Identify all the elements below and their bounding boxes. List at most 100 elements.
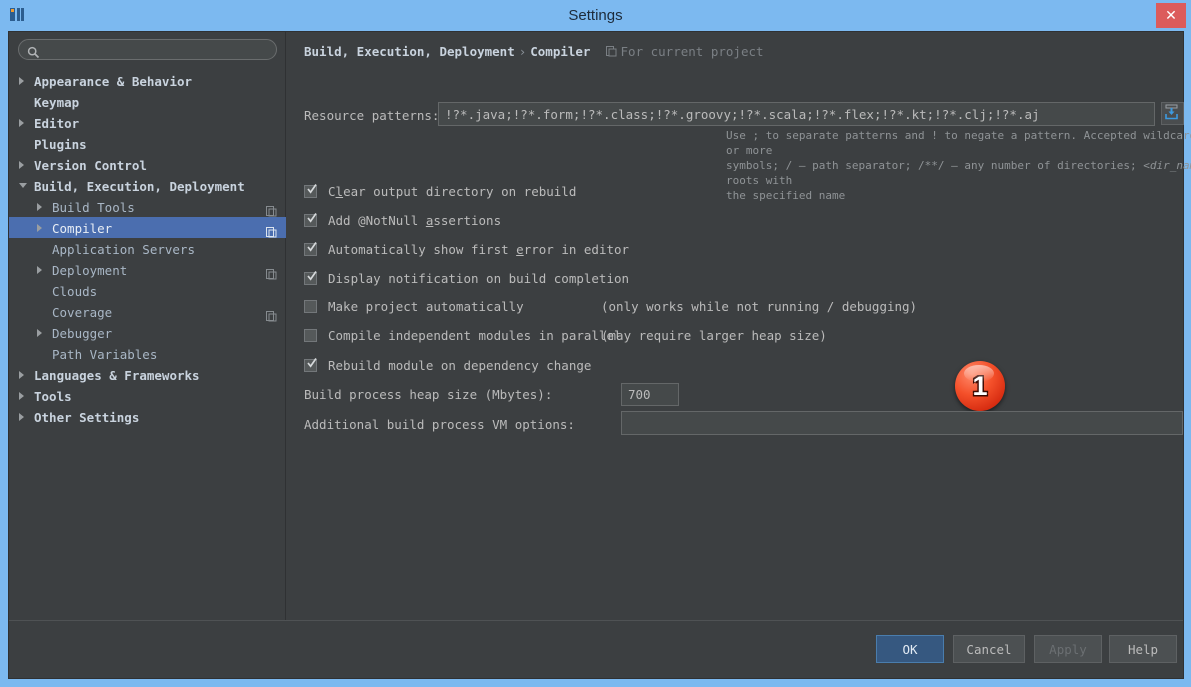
checkbox-box[interactable] [304, 243, 317, 256]
heap-size-label: Build process heap size (Mbytes): [304, 387, 552, 402]
close-icon[interactable]: ✕ [1156, 3, 1186, 28]
cancel-button[interactable]: Cancel [953, 635, 1025, 663]
chevron-down-icon[interactable] [19, 183, 27, 192]
sidebar-item-application-servers[interactable]: Application Servers [9, 238, 286, 259]
sidebar-item-build-tools[interactable]: Build Tools [9, 196, 286, 217]
sidebar-item-plugins[interactable]: Plugins [9, 133, 286, 154]
chevron-right-icon[interactable] [37, 203, 42, 211]
sidebar-item-tools[interactable]: Tools [9, 385, 286, 406]
breadcrumb-scope-label: For current project [621, 44, 764, 59]
checkbox-note: (only works while not running / debuggin… [601, 298, 917, 315]
sidebar-item-label: Build, Execution, Deployment [34, 179, 245, 194]
breadcrumb-root[interactable]: Build, Execution, Deployment [304, 44, 515, 59]
sidebar-item-label: Deployment [52, 263, 127, 278]
dialog-frame: Appearance & Behavior Keymap Editor Plugins… [8, 31, 1184, 679]
window-title: Settings [0, 0, 1191, 31]
sidebar-item-label: Plugins [34, 137, 87, 152]
resource-patterns-hint: Use ; to separate patterns and ! to nega… [726, 128, 1191, 203]
sidebar-item-label: Coverage [52, 305, 112, 320]
compiler-settings-panel: Build, Execution, Deployment›Compiler Fo… [286, 32, 1183, 620]
resource-patterns-label: Resource patterns: [304, 108, 439, 123]
sidebar-item-label: Application Servers [52, 242, 195, 257]
sidebar-item-label: Editor [34, 116, 79, 131]
sidebar-item-label: Keymap [34, 95, 79, 110]
sidebar-item-label: Debugger [52, 326, 112, 341]
sidebar-item-label: Clouds [52, 284, 97, 299]
hint-line-2-italic: <dir_name>:<pattern> [1143, 159, 1191, 172]
breadcrumb-separator: › [515, 44, 531, 59]
chevron-right-icon[interactable] [19, 392, 24, 400]
sidebar-item-path-variables[interactable]: Path Variables [9, 343, 286, 364]
checkbox-box[interactable] [304, 214, 317, 227]
checkbox-label: Add @NotNull assertions [328, 212, 501, 229]
apply-button: Apply [1034, 635, 1102, 663]
chevron-right-icon[interactable] [19, 77, 24, 85]
search-box[interactable] [18, 39, 277, 60]
hint-line-2a: symbols; / — path separator; /**/ — any … [726, 159, 1143, 172]
vm-options-label: Additional build process VM options: [304, 417, 575, 432]
import-defaults-icon[interactable] [1161, 102, 1184, 125]
project-scope-icon [266, 222, 277, 233]
checkbox-box[interactable] [304, 272, 317, 285]
sidebar-item-label: Other Settings [34, 410, 139, 425]
sidebar-item-label: Tools [34, 389, 72, 404]
chevron-right-icon[interactable] [37, 266, 42, 274]
sidebar-item-keymap[interactable]: Keymap [9, 91, 286, 112]
project-scope-icon [266, 264, 277, 275]
sidebar-item-other-settings[interactable]: Other Settings [9, 406, 286, 427]
sidebar-item-label: Languages & Frameworks [34, 368, 200, 383]
chevron-right-icon[interactable] [37, 329, 42, 337]
chevron-right-icon[interactable] [19, 371, 24, 379]
sidebar-item-label: Compiler [52, 221, 112, 236]
sidebar-item-label: Path Variables [52, 347, 157, 362]
hint-line-3: the specified name [726, 189, 845, 202]
breadcrumb: Build, Execution, Deployment›Compiler Fo… [304, 44, 764, 59]
search-input[interactable] [45, 40, 274, 61]
search-icon [27, 44, 40, 57]
sidebar-item-deployment[interactable]: Deployment [9, 259, 286, 280]
sidebar-item-label: Appearance & Behavior [34, 74, 192, 89]
chevron-right-icon[interactable] [19, 161, 24, 169]
sidebar-item-compiler[interactable]: Compiler [9, 217, 286, 238]
sidebar-item-languages-frameworks[interactable]: Languages & Frameworks [9, 364, 286, 385]
sidebar-item-appearance-behavior[interactable]: Appearance & Behavior [9, 70, 286, 91]
hint-line-1: Use ; to separate patterns and ! to nega… [726, 129, 1191, 157]
sidebar-item-editor[interactable]: Editor [9, 112, 286, 133]
settings-sidebar: Appearance & Behavior Keymap Editor Plugins… [9, 32, 286, 620]
help-button[interactable]: Help [1109, 635, 1177, 663]
resource-patterns-input[interactable] [438, 102, 1155, 126]
checkbox-label: Automatically show first error in editor [328, 241, 629, 258]
chevron-right-icon[interactable] [19, 413, 24, 421]
heap-size-input[interactable] [621, 383, 679, 406]
chevron-right-icon[interactable] [19, 119, 24, 127]
checkbox-box[interactable] [304, 359, 317, 372]
vm-options-input[interactable] [621, 411, 1183, 435]
dialog-footer: OK Cancel Apply Help [9, 620, 1183, 678]
sidebar-item-clouds[interactable]: Clouds [9, 280, 286, 301]
settings-dialog-window: Settings ✕ Appearance & Behavior Keymap Ed… [0, 0, 1191, 687]
title-bar: Settings ✕ [0, 0, 1191, 31]
project-scope-icon [266, 306, 277, 317]
breadcrumb-scope: For current project [590, 44, 763, 59]
checkbox-label: Display notification on build completion [328, 270, 629, 287]
sidebar-item-version-control[interactable]: Version Control [9, 154, 286, 175]
checkbox-label: Compile independent modules in parallel [328, 327, 622, 344]
checkbox-box[interactable] [304, 329, 317, 342]
checkbox-label: Clear output directory on rebuild [328, 183, 576, 200]
sidebar-item-debugger[interactable]: Debugger [9, 322, 286, 343]
breadcrumb-current: Compiler [530, 44, 590, 59]
settings-tree: Appearance & Behavior Keymap Editor Plugins… [9, 70, 286, 618]
project-scope-icon [606, 45, 617, 56]
sidebar-item-label: Build Tools [52, 200, 135, 215]
chevron-right-icon[interactable] [37, 224, 42, 232]
ok-button[interactable]: OK [876, 635, 944, 663]
project-scope-icon [266, 201, 277, 212]
checkbox-label: Rebuild module on dependency change [328, 357, 591, 374]
annotation-badge-1: 1 [955, 361, 1005, 411]
checkbox-note: (may require larger heap size) [601, 327, 827, 344]
checkbox-box[interactable] [304, 300, 317, 313]
sidebar-item-build-execution-deployment[interactable]: Build, Execution, Deployment [9, 175, 286, 196]
checkbox-box[interactable] [304, 185, 317, 198]
sidebar-item-coverage[interactable]: Coverage [9, 301, 286, 322]
checkbox-label: Make project automatically [328, 298, 524, 315]
